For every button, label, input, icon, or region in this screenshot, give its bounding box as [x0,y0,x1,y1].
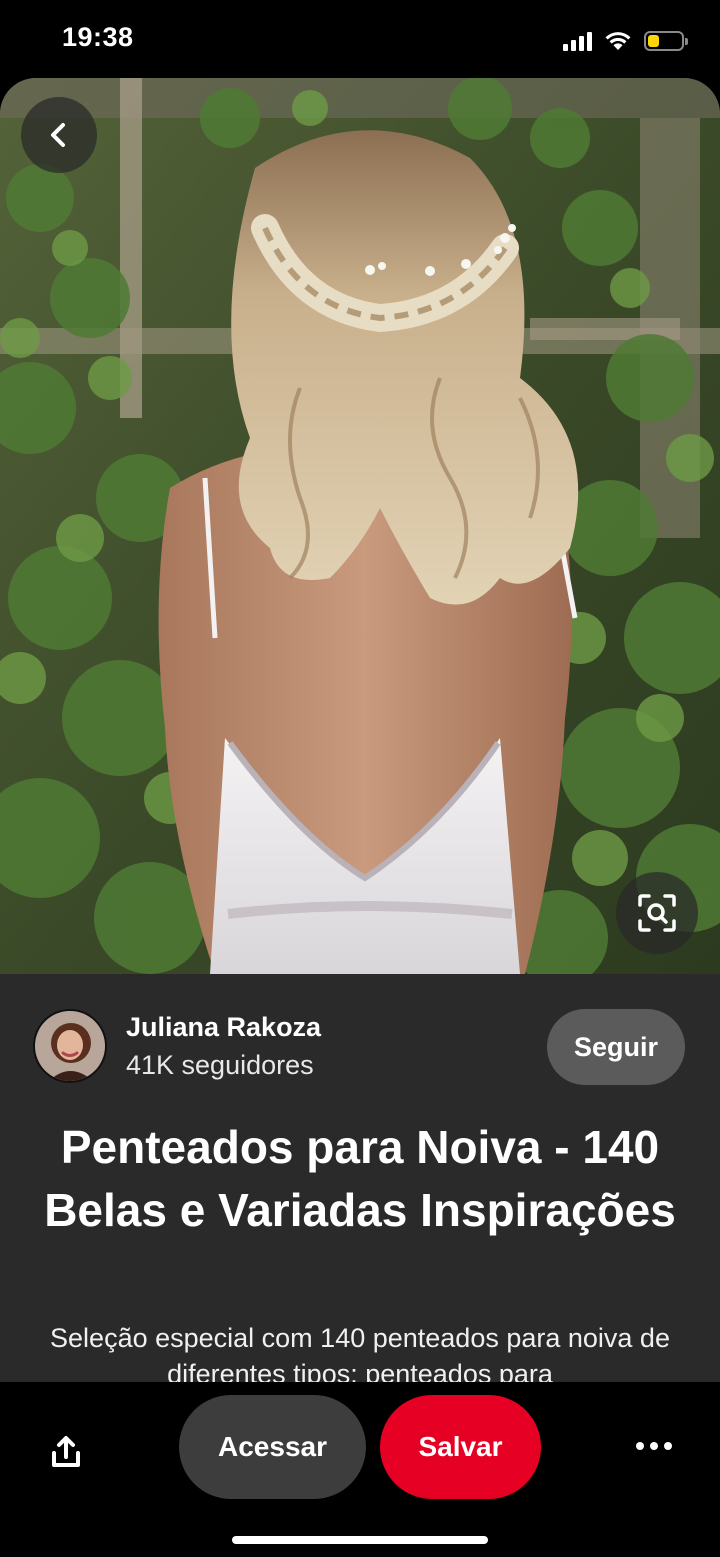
more-icon[interactable] [626,1426,682,1466]
pin-title: Penteados para Noiva - 140 Belas e Varia… [44,1121,676,1236]
share-icon [52,1436,80,1467]
save-button[interactable]: Salvar [380,1395,541,1499]
battery-level [648,35,659,47]
share-button[interactable] [40,1426,92,1478]
status-icons [563,26,688,56]
author-avatar[interactable] [33,1009,107,1083]
status-bar: 19:38 [0,0,720,78]
follow-button[interactable]: Seguir [547,1009,685,1085]
wifi-icon [605,32,631,50]
chevron-left-icon [51,123,65,147]
status-time: 19:38 [62,22,134,52]
pin-image[interactable] [0,78,720,974]
battery-icon [644,31,688,51]
pin-info-panel: Juliana Rakoza 41K seguidores Seguir Pen… [0,974,720,1382]
follower-count: 41K seguidores [126,1050,314,1080]
pin-detail-screen: 19:38 Juliana Rakoza 41K seguidores Segu… [0,0,720,1557]
visual-search-icon [638,894,676,932]
action-bar: Acessar Salvar [0,1382,720,1557]
visit-button[interactable]: Acessar [179,1395,366,1499]
signal-icon [563,31,592,51]
bride-hairstyle-photo [0,78,720,974]
pin-description: Seleção especial com 140 penteados para … [50,1323,670,1382]
author-name[interactable]: Juliana Rakoza [126,1012,321,1043]
home-indicator[interactable] [232,1536,488,1544]
visual-search-button[interactable] [616,872,698,954]
back-button[interactable] [21,97,97,173]
